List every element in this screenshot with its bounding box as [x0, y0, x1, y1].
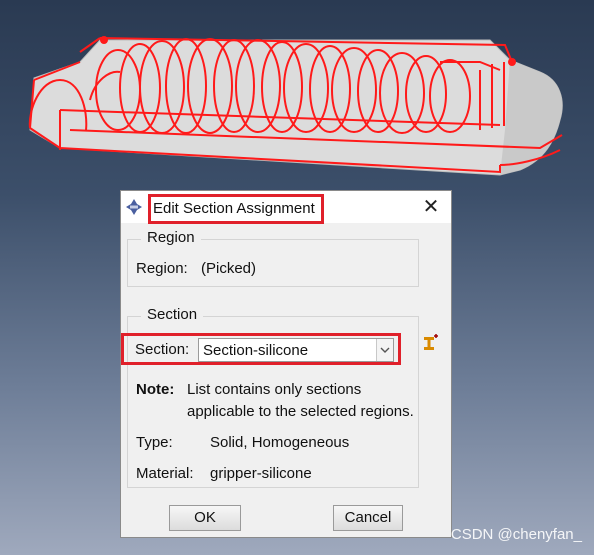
region-value: (Picked): [201, 260, 257, 277]
note-line-1: List contains only sections: [187, 381, 362, 398]
material-value: gripper-silicone: [210, 465, 312, 482]
dialog-title: Edit Section Assignment: [148, 194, 324, 224]
section-group: Section Section: Section-silicone Note: …: [121, 306, 438, 488]
type-value: Solid, Homogeneous: [210, 434, 350, 451]
cancel-button[interactable]: Cancel: [333, 505, 403, 531]
note-label: Note:: [136, 381, 175, 398]
section-dropdown[interactable]: Section-silicone: [198, 338, 394, 362]
watermark: CSDN @chenyfan_: [450, 526, 582, 543]
material-label: Material:: [136, 465, 194, 482]
region-group: Region Region: (Picked): [127, 229, 419, 287]
section-dropdown-value: Section-silicone: [203, 342, 309, 359]
section-label: Section:: [135, 341, 190, 358]
edit-section-assignment-dialog: Edit Section Assignment ✕ Region Region:…: [120, 190, 452, 538]
abaqus-dialog-icon: [126, 199, 142, 215]
section-select-row: Section: Section-silicone: [121, 333, 401, 365]
gripper-model: [28, 36, 563, 176]
section-heading: Section: [141, 306, 204, 323]
dialog-titlebar[interactable]: Edit Section Assignment ✕: [121, 191, 451, 224]
chevron-down-icon[interactable]: [376, 339, 393, 361]
region-label: Region:: [136, 260, 188, 277]
note-line-2: applicable to the selected regions.: [187, 403, 414, 420]
region-heading: Region: [141, 229, 201, 246]
create-section-icon[interactable]: [421, 334, 439, 352]
type-label: Type:: [136, 434, 173, 451]
close-icon[interactable]: ✕: [419, 195, 443, 219]
ok-button[interactable]: OK: [169, 505, 241, 531]
